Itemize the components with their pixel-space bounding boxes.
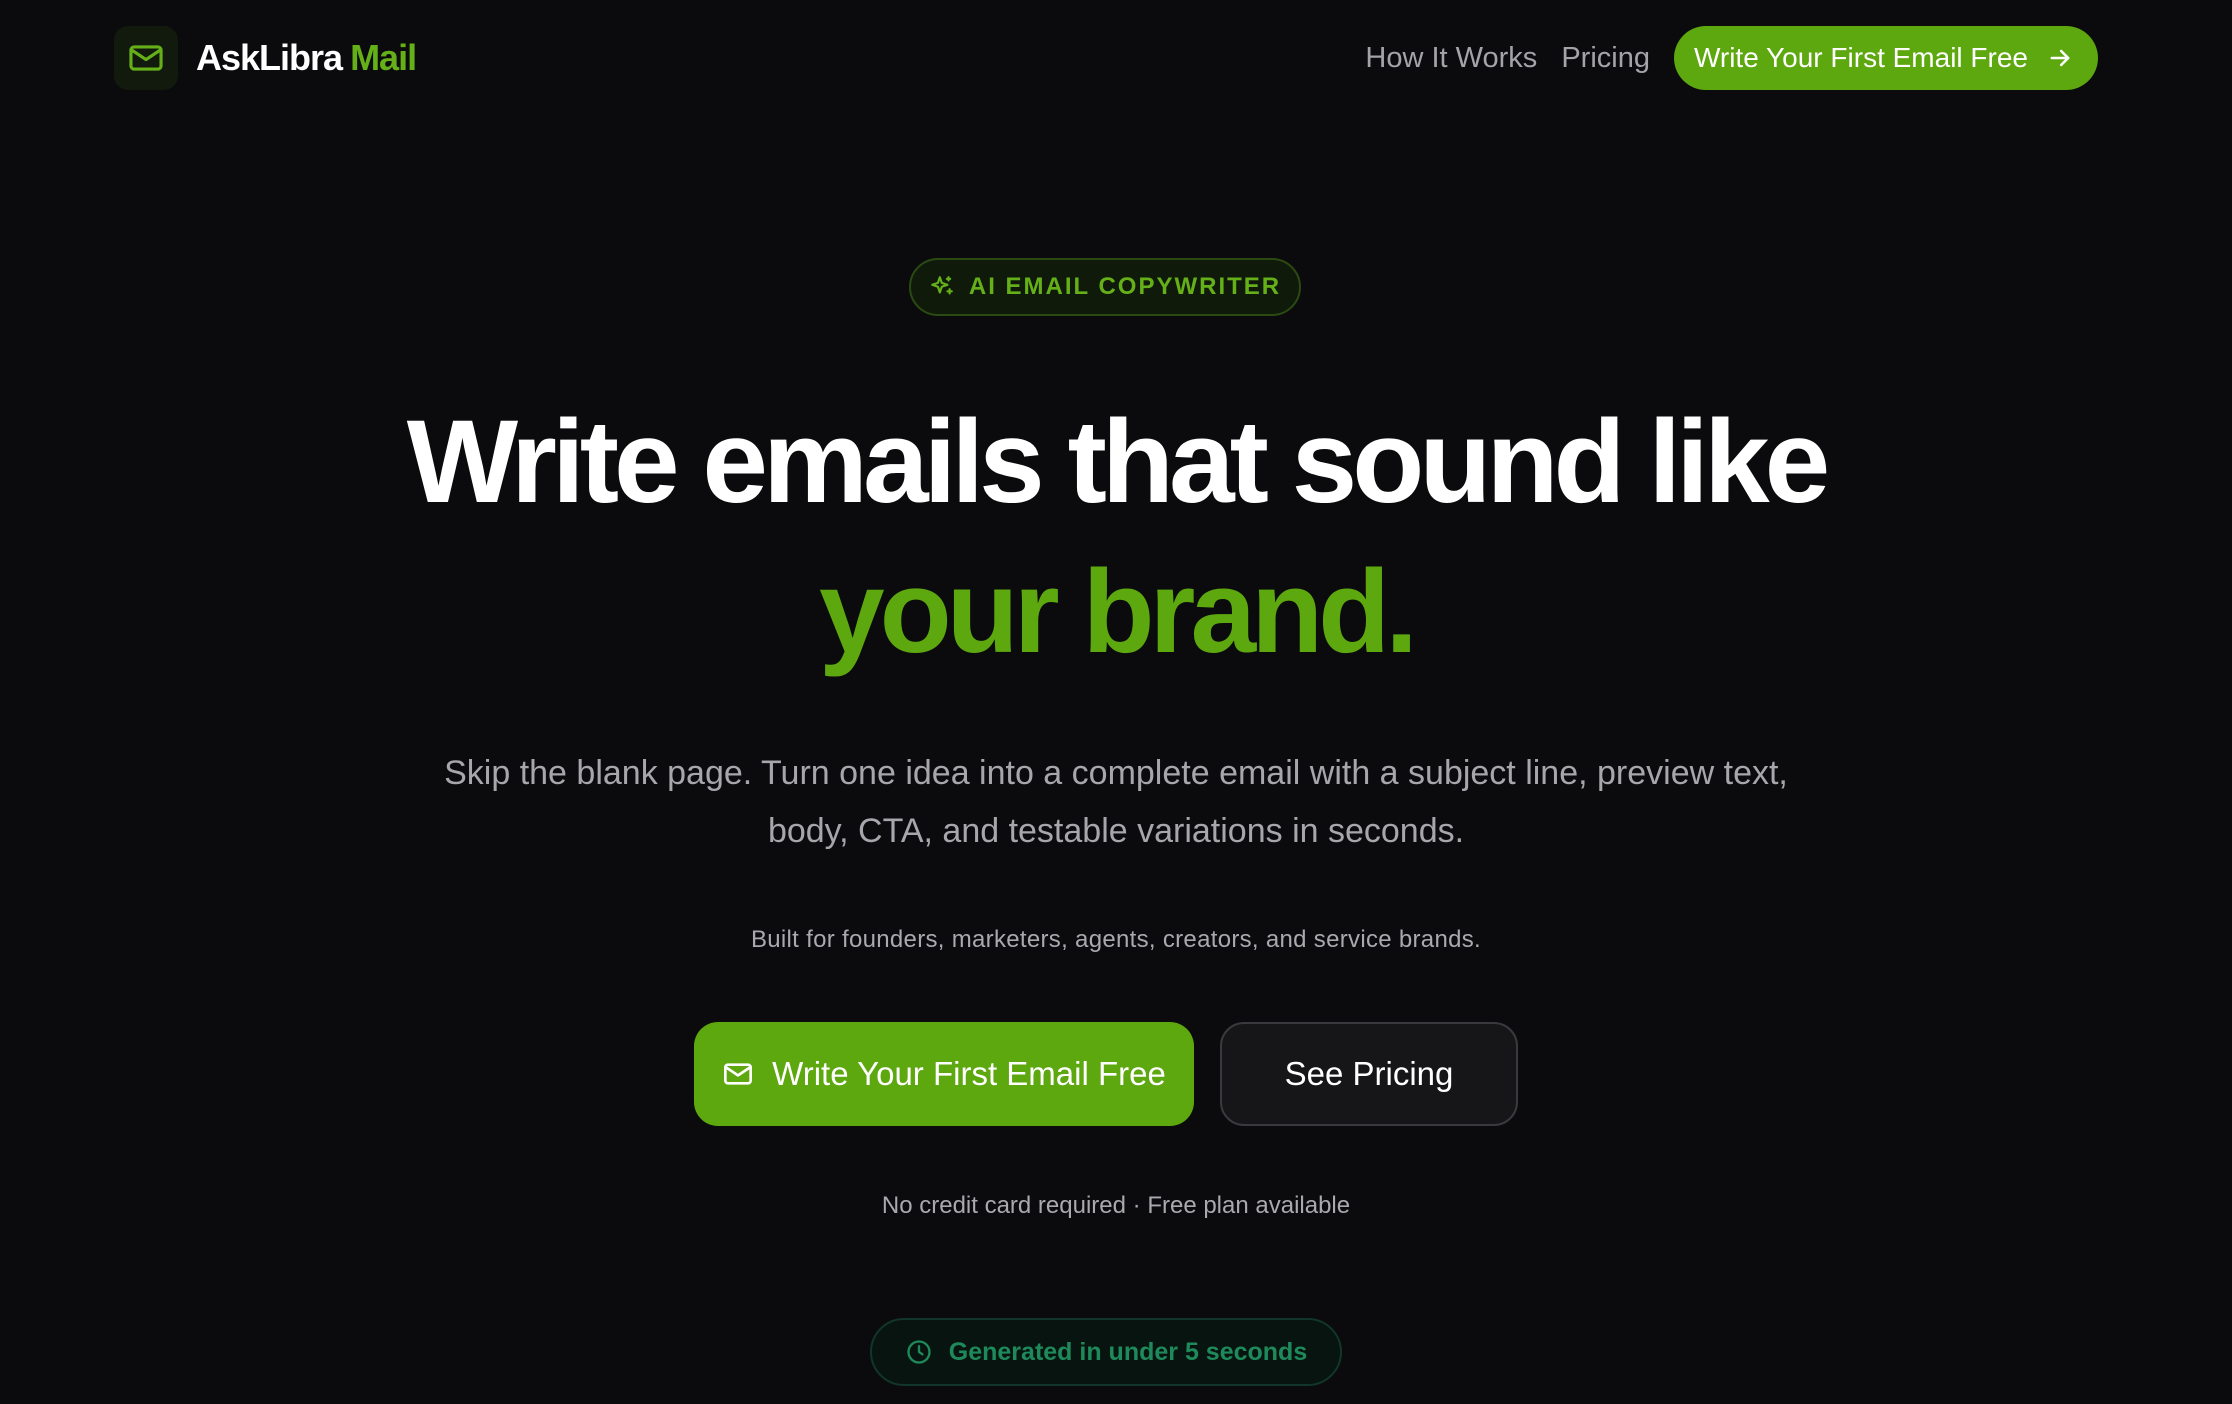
clock-icon bbox=[905, 1338, 933, 1366]
speed-badge: Generated in under 5 seconds bbox=[870, 1318, 1342, 1386]
headline-line-1: Write emails that sound like bbox=[406, 396, 1830, 528]
landing-page: AskLibra Mail How It Works Pricing Write… bbox=[0, 0, 2232, 1404]
audience-text: Built for founders, marketers, agents, c… bbox=[750, 926, 1482, 953]
site-header: AskLibra Mail How It Works Pricing Write… bbox=[0, 0, 2232, 118]
write-first-email-button[interactable]: Write Your First Email Free bbox=[694, 1022, 1194, 1126]
signup-note: No credit card required · Free plan avai… bbox=[881, 1192, 1351, 1219]
sparkle-icon bbox=[929, 274, 955, 300]
main-nav: How It Works Pricing Write Your First Em… bbox=[1365, 26, 2098, 90]
brand[interactable]: AskLibra Mail bbox=[114, 26, 417, 90]
header-cta-button[interactable]: Write Your First Email Free bbox=[1673, 26, 2098, 90]
see-pricing-button[interactable]: See Pricing bbox=[1220, 1022, 1518, 1126]
category-badge: AI EMAIL COPYWRITER bbox=[909, 258, 1301, 316]
nav-how-it-works[interactable]: How It Works bbox=[1365, 42, 1537, 75]
header-cta-label: Write Your First Email Free bbox=[1693, 42, 2028, 73]
cta-row: Write Your First Email Free See Pricing bbox=[694, 1022, 1518, 1126]
headline-line-2: your brand. bbox=[818, 546, 1418, 678]
mail-icon bbox=[722, 1058, 754, 1090]
speed-badge-label: Generated in under 5 seconds bbox=[948, 1337, 1308, 1366]
secondary-button-label: See Pricing bbox=[1284, 1055, 1454, 1092]
hero-subtext: Skip the blank page. Turn one idea into … bbox=[444, 754, 1788, 850]
primary-button-label: Write Your First Email Free bbox=[772, 1055, 1166, 1092]
badge-label: AI EMAIL COPYWRITER bbox=[968, 273, 1282, 300]
arrow-right-icon bbox=[2046, 44, 2074, 72]
nav-pricing[interactable]: Pricing bbox=[1561, 42, 1650, 75]
brand-name: AskLibra bbox=[196, 37, 343, 78]
mail-icon bbox=[114, 26, 178, 90]
brand-accent: Mail bbox=[350, 37, 417, 78]
